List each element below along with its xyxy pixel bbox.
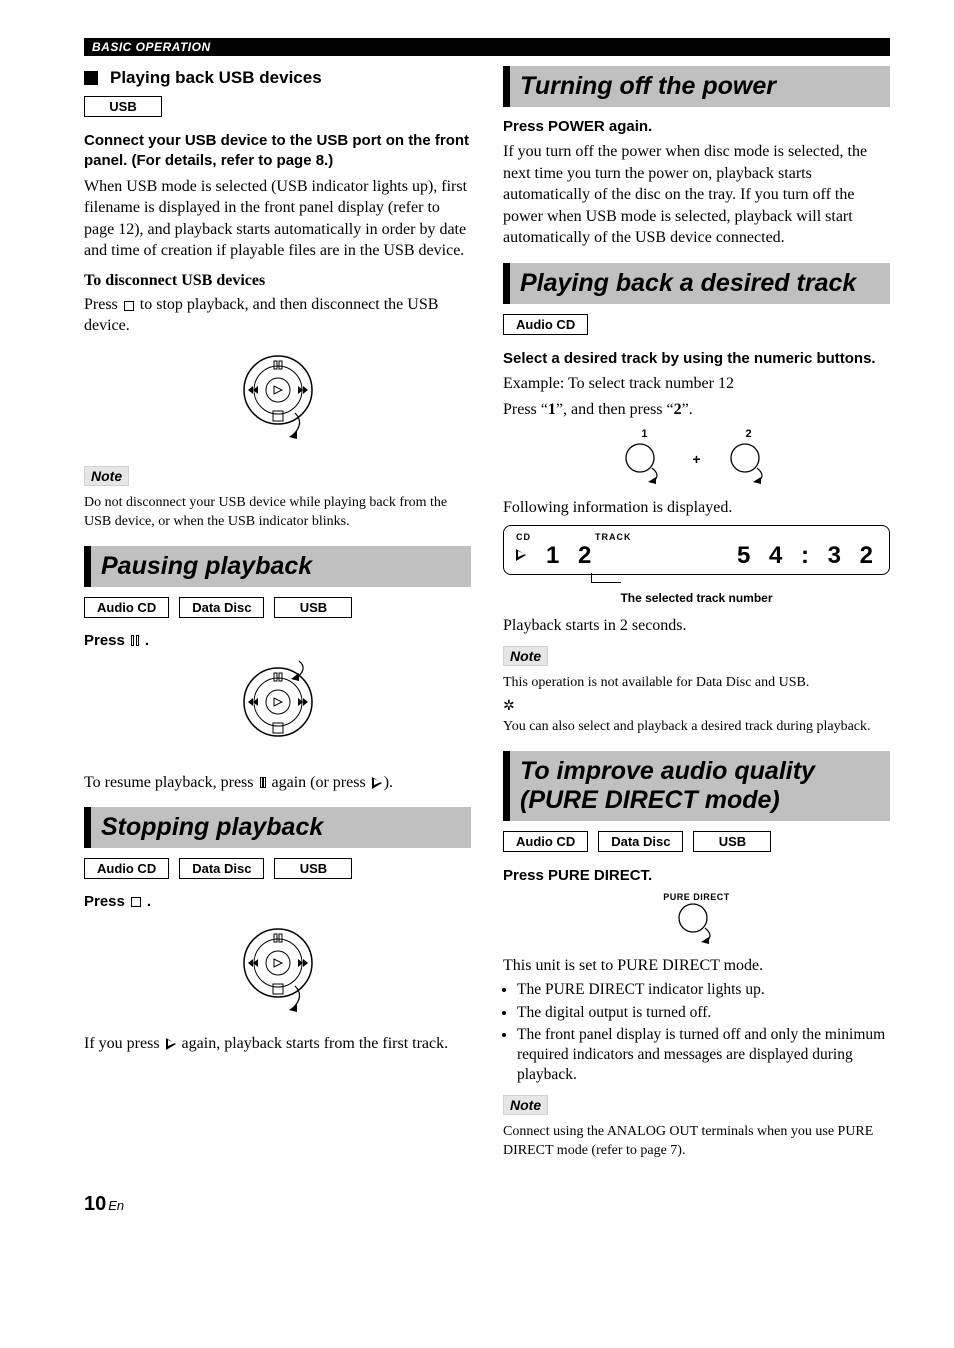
chip-audio-cd-4: Audio CD [503, 831, 588, 852]
stop-icon [124, 301, 134, 311]
page: BASIC OPERATION Playing back USB devices… [0, 0, 954, 1244]
note-body-3: Connect using the ANALOG OUT terminals w… [503, 1123, 890, 1161]
numeric-buttons-illustration: 1 + 2 [503, 428, 890, 489]
disconnect-line: Press to stop playback, and then disconn… [84, 294, 471, 337]
chip-data-disc: Data Disc [179, 597, 264, 618]
button-two-label: 2 [727, 428, 771, 440]
stop-footer: If you press again, playback starts from… [84, 1033, 471, 1055]
pause-icon [131, 635, 139, 646]
disconnect-heading: To disconnect USB devices [84, 272, 471, 290]
plus-icon: + [692, 451, 700, 467]
resume-c: ). [384, 774, 393, 791]
press-pure-direct: Press PURE DIRECT. [503, 866, 890, 886]
press-prefix: Press [84, 632, 125, 649]
stop-footer-b: again, playback starts from the first tr… [182, 1035, 449, 1052]
note-body-2: This operation is not available for Data… [503, 674, 890, 693]
remote-illustration-1 [84, 345, 471, 450]
button-two-wrap: 2 [727, 428, 771, 489]
chip-audio-cd-3: Audio CD [503, 314, 588, 335]
chip-usb-2: USB [274, 597, 352, 618]
press-stop-prefix: Press [84, 893, 125, 910]
header-category: BASIC OPERATION [84, 38, 890, 56]
band-pausing: Pausing playback [84, 546, 471, 587]
dp-track-num: 1 2 [546, 542, 597, 570]
left-column: Playing back USB devices USB Connect you… [84, 66, 471, 1165]
after-line: Playback starts in 2 seconds. [503, 615, 890, 637]
seq-one: 1 [548, 401, 556, 418]
band-desired-track: Playing back a desired track [503, 263, 890, 304]
connect-heading: Connect your USB device to the USB port … [84, 131, 471, 172]
pure-direct-button-label: PURE DIRECT [503, 892, 890, 902]
example-line: Example: To select track number 12 [503, 373, 890, 395]
play-icon-2 [166, 1038, 176, 1050]
press-power: Press POWER again. [503, 117, 890, 137]
hint-body: You can also select and playback a desir… [503, 718, 890, 737]
square-bullet-icon [84, 71, 98, 85]
dp-time: 5 4 : 3 2 [737, 542, 879, 570]
press-stop-line: Press . [84, 893, 471, 910]
press-stop-suffix: . [147, 893, 151, 910]
display-panel: CD TRACK 1 2 5 4 : 3 2 [503, 525, 890, 575]
remote-illustration-3 [84, 918, 471, 1023]
right-column: Turning off the power Press POWER again.… [503, 66, 890, 1165]
pd-bullet-1: The PURE DIRECT indicator lights up. [517, 980, 890, 1000]
press-sequence: Press “1”, and then press “2”. [503, 399, 890, 421]
pure-direct-set: This unit is set to PURE DIRECT mode. [503, 955, 890, 977]
seq-b: ”, and then press “ [556, 401, 674, 418]
dp-pointer [591, 573, 890, 583]
band-pure-direct: To improve audio quality (PURE DIRECT mo… [503, 751, 890, 821]
connect-body: When USB mode is selected (USB indicator… [84, 176, 471, 262]
pd-bullet-3: The front panel display is turned off an… [517, 1025, 890, 1085]
band-stopping: Stopping playback [84, 807, 471, 848]
button-one-label: 1 [622, 428, 666, 440]
power-off-body: If you turn off the power when disc mode… [503, 141, 890, 249]
band-power-off: Turning off the power [503, 66, 890, 107]
page-number-value: 10 [84, 1193, 106, 1215]
dp-track-label: TRACK [595, 532, 632, 542]
stop-footer-a: If you press [84, 1035, 160, 1052]
note-label-2: Note [503, 646, 548, 666]
resume-b: again (or press [272, 774, 366, 791]
seq-a: Press “ [503, 401, 548, 418]
pd-bullet-2: The digital output is turned off. [517, 1003, 890, 1023]
press-pause-line: Press . [84, 632, 471, 649]
dp-play-icon [514, 549, 528, 563]
chip-data-disc-3: Data Disc [598, 831, 683, 852]
stop-icon-2 [131, 897, 141, 907]
pure-direct-bullets: The PURE DIRECT indicator lights up. The… [503, 980, 890, 1085]
disconnect-suffix: to stop playback, and then disconnect th… [84, 296, 438, 335]
note-body-1: Do not disconnect your USB device while … [84, 494, 471, 532]
chip-usb-4: USB [693, 831, 771, 852]
button-one-wrap: 1 [622, 428, 666, 489]
dp-cd: CD [516, 532, 531, 542]
chip-audio-cd: Audio CD [84, 597, 169, 618]
play-icon [372, 777, 382, 789]
resume-line: To resume playback, press again (or pres… [84, 772, 471, 794]
hint-icon: ✲ [503, 697, 890, 714]
page-number-suffix: En [108, 1198, 124, 1213]
seq-two: 2 [674, 401, 682, 418]
resume-a: To resume playback, press [84, 774, 254, 791]
note-label-1: Note [84, 466, 129, 486]
section-usb-heading: Playing back USB devices [84, 68, 471, 88]
page-number: 10En [84, 1193, 890, 1216]
chip-usb-3: USB [274, 858, 352, 879]
pure-direct-button-illustration: PURE DIRECT [503, 892, 890, 949]
pause-icon-2 [260, 773, 266, 795]
section-usb-title: Playing back USB devices [110, 68, 322, 88]
chip-usb: USB [84, 96, 162, 117]
seq-c: ”. [682, 401, 693, 418]
disconnect-prefix: Press [84, 296, 118, 313]
dp-caption: The selected track number [503, 591, 890, 605]
remote-illustration-2 [84, 657, 471, 762]
following-line: Following information is displayed. [503, 497, 890, 519]
chip-data-disc-2: Data Disc [179, 858, 264, 879]
press-suffix: . [145, 632, 149, 649]
chip-audio-cd-2: Audio CD [84, 858, 169, 879]
columns: Playing back USB devices USB Connect you… [84, 66, 890, 1165]
select-heading: Select a desired track by using the nume… [503, 349, 890, 369]
note-label-3: Note [503, 1095, 548, 1115]
